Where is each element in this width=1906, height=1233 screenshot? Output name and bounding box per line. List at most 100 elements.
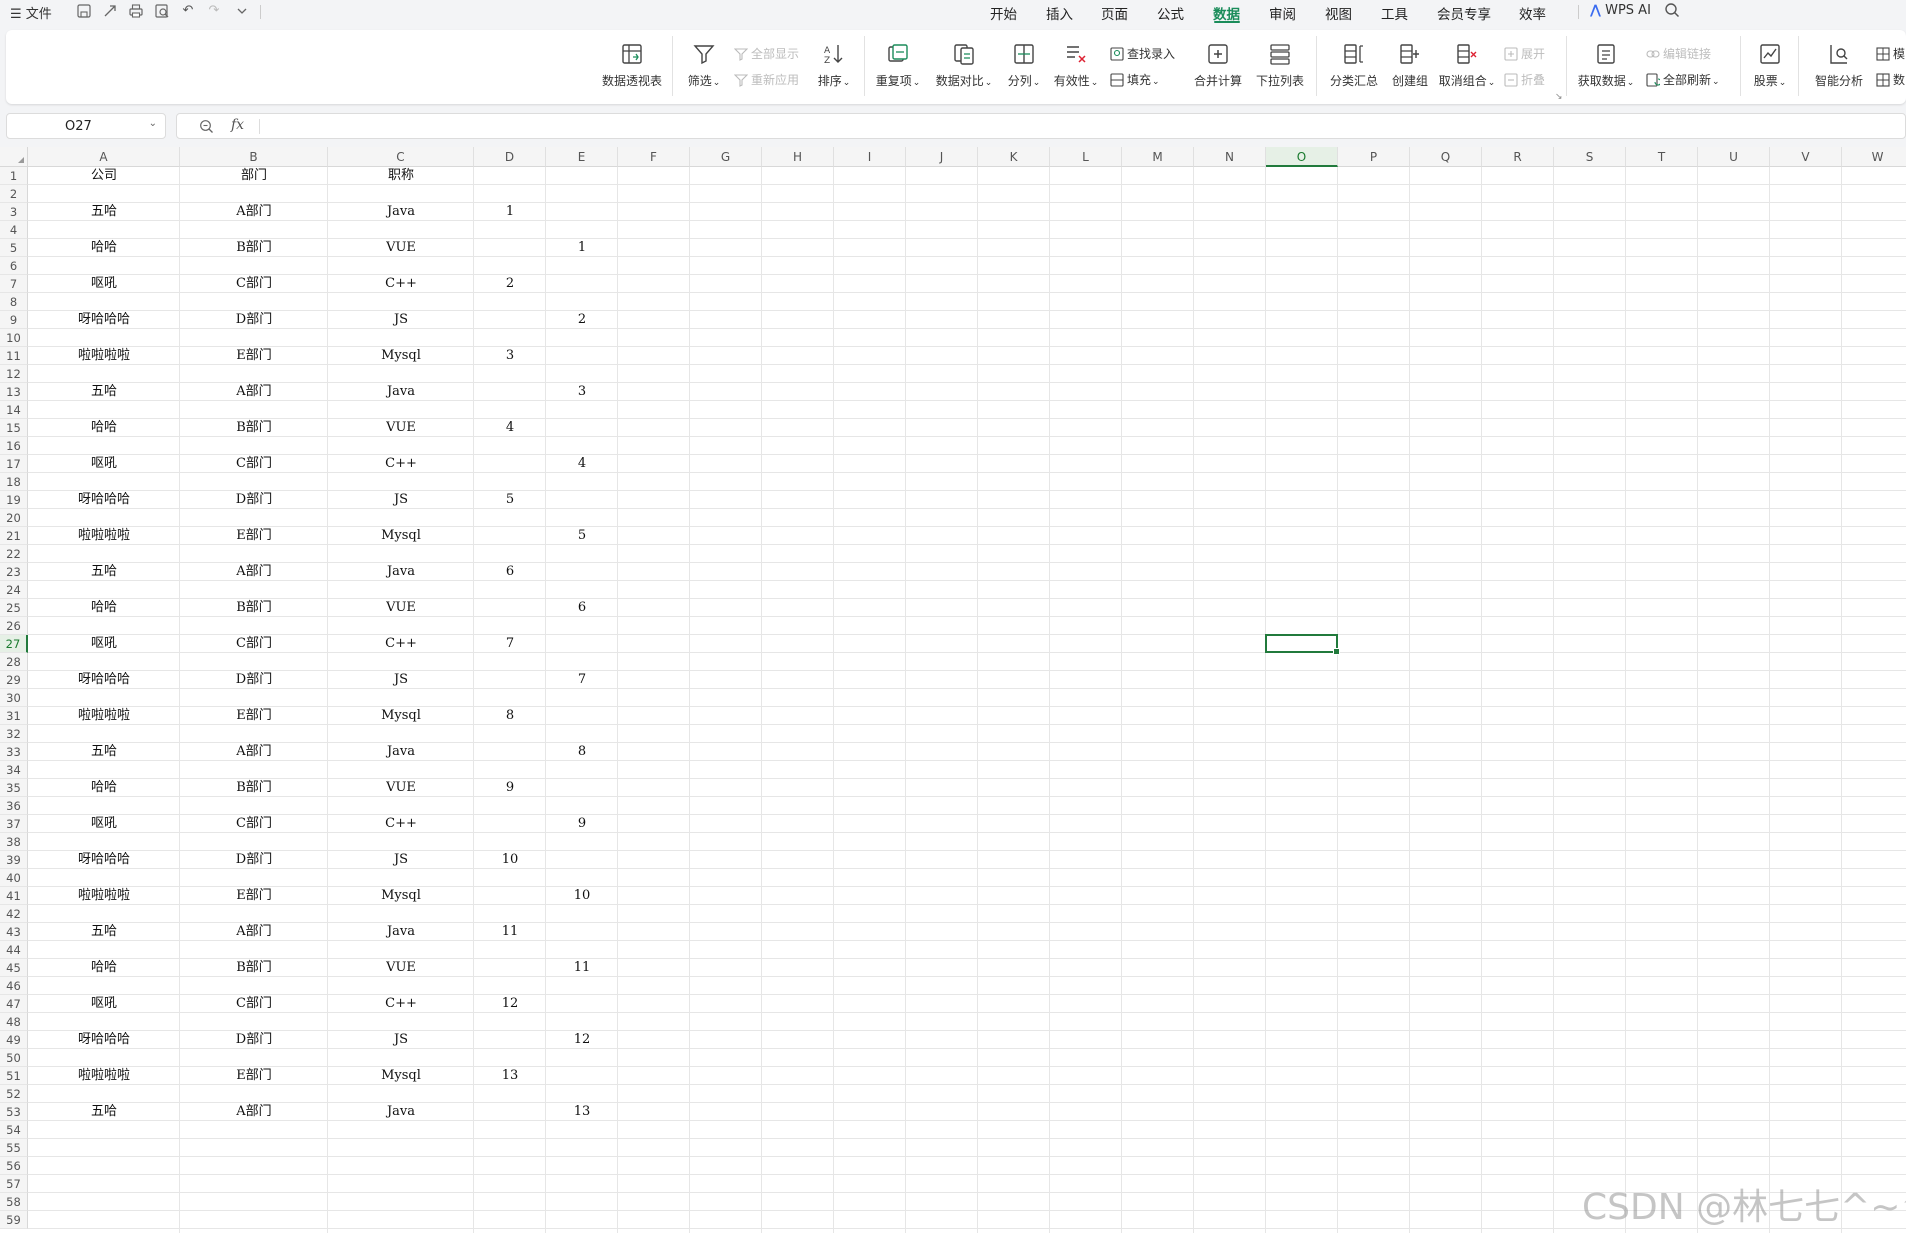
row-header-3[interactable]: 3 (0, 203, 28, 221)
row-header-51[interactable]: 51 (0, 1067, 28, 1085)
column-header-c[interactable]: C (328, 147, 474, 167)
tab-review[interactable]: 审阅 (1269, 3, 1296, 23)
column-header-u[interactable]: U (1698, 147, 1770, 167)
row-header-53[interactable]: 53 (0, 1103, 28, 1121)
row-header-11[interactable]: 11 (0, 347, 28, 365)
data-cell[interactable]: 哈哈 (28, 959, 180, 977)
data-cell[interactable]: 五哈 (28, 383, 180, 401)
data-cell[interactable]: C++ (328, 635, 474, 653)
data-cell[interactable]: Mysql (328, 527, 474, 545)
export-icon[interactable] (102, 3, 118, 19)
data-cell[interactable]: 呀哈哈哈 (28, 311, 180, 329)
more-button-1[interactable]: 模 (1876, 45, 1906, 63)
data-cell[interactable]: A部门 (180, 203, 328, 221)
data-cell[interactable]: D部门 (180, 491, 328, 509)
data-cell[interactable]: B部门 (180, 239, 328, 257)
data-cell[interactable]: VUE (328, 599, 474, 617)
data-compare-button[interactable]: 数据对比⌄ (934, 42, 994, 89)
tab-start[interactable]: 开始 (990, 3, 1017, 23)
row-header-16[interactable]: 16 (0, 437, 28, 455)
ungroup-button[interactable]: 取消组合⌄ (1436, 42, 1498, 89)
smart-analysis-button[interactable]: 智能分析 (1812, 42, 1866, 89)
zoom-icon[interactable] (199, 119, 214, 134)
row-header-39[interactable]: 39 (0, 851, 28, 869)
fill-button[interactable]: 填充⌄ (1110, 71, 1160, 89)
column-header-d[interactable]: D (474, 147, 546, 167)
data-cell[interactable]: 13 (546, 1103, 618, 1121)
data-cell[interactable]: Java (328, 383, 474, 401)
column-header-v[interactable]: V (1770, 147, 1842, 167)
row-header-41[interactable]: 41 (0, 887, 28, 905)
data-cell[interactable]: D部门 (180, 311, 328, 329)
data-cell[interactable]: Java (328, 203, 474, 221)
data-cell[interactable]: Java (328, 743, 474, 761)
reapply-button[interactable]: 重新应用 (734, 71, 799, 89)
select-all-corner[interactable] (0, 147, 28, 167)
data-cell[interactable]: E部门 (180, 887, 328, 905)
row-header-29[interactable]: 29 (0, 671, 28, 689)
row-header-50[interactable]: 50 (0, 1049, 28, 1067)
row-header-27[interactable]: 27 (0, 635, 28, 653)
data-cell[interactable]: 啦啦啦啦 (28, 527, 180, 545)
row-header-55[interactable]: 55 (0, 1139, 28, 1157)
data-cell[interactable]: 五哈 (28, 743, 180, 761)
data-cell[interactable]: JS (328, 1031, 474, 1049)
data-cell[interactable]: 呕吼 (28, 815, 180, 833)
data-cell[interactable]: JS (328, 851, 474, 869)
duplicates-button[interactable]: 重复项⌄ (874, 42, 922, 89)
row-header-42[interactable]: 42 (0, 905, 28, 923)
tab-insert[interactable]: 插入 (1046, 3, 1073, 23)
row-header-18[interactable]: 18 (0, 473, 28, 491)
data-cell[interactable]: VUE (328, 419, 474, 437)
data-cell[interactable]: C++ (328, 455, 474, 473)
data-cell[interactable]: 5 (546, 527, 618, 545)
data-cell[interactable]: D部门 (180, 1031, 328, 1049)
data-cell[interactable]: 8 (474, 707, 546, 725)
column-header-e[interactable]: E (546, 147, 618, 167)
data-cell[interactable]: Java (328, 1103, 474, 1121)
print-icon[interactable] (128, 3, 144, 19)
data-cell[interactable]: 呕吼 (28, 995, 180, 1013)
data-cell[interactable]: Java (328, 563, 474, 581)
row-header-47[interactable]: 47 (0, 995, 28, 1013)
data-cell[interactable]: 呕吼 (28, 275, 180, 293)
header-cell[interactable]: 职称 (328, 167, 474, 185)
row-header-46[interactable]: 46 (0, 977, 28, 995)
data-cell[interactable]: C部门 (180, 455, 328, 473)
row-header-38[interactable]: 38 (0, 833, 28, 851)
row-header-7[interactable]: 7 (0, 275, 28, 293)
data-cell[interactable]: JS (328, 671, 474, 689)
data-cell[interactable]: 11 (474, 923, 546, 941)
data-cell[interactable]: 哈哈 (28, 419, 180, 437)
stocks-button[interactable]: 股票⌄ (1750, 42, 1790, 89)
data-cell[interactable]: 啦啦啦啦 (28, 887, 180, 905)
consolidate-button[interactable]: 合并计算 (1190, 42, 1246, 89)
filter-button[interactable]: 筛选⌄ (684, 42, 724, 89)
data-cell[interactable]: 五哈 (28, 923, 180, 941)
row-header-49[interactable]: 49 (0, 1031, 28, 1049)
row-header-22[interactable]: 22 (0, 545, 28, 563)
data-cell[interactable]: 6 (546, 599, 618, 617)
chevron-down-icon[interactable]: ⌄ (149, 118, 157, 129)
dropdown-list-button[interactable]: 下拉列表 (1252, 42, 1308, 89)
column-header-b[interactable]: B (180, 147, 328, 167)
print-preview-icon[interactable] (154, 3, 170, 19)
row-header-9[interactable]: 9 (0, 311, 28, 329)
data-cell[interactable]: 9 (546, 815, 618, 833)
data-cell[interactable]: Mysql (328, 707, 474, 725)
tab-tools[interactable]: 工具 (1381, 3, 1408, 23)
data-cell[interactable]: 4 (474, 419, 546, 437)
data-cell[interactable]: 1 (546, 239, 618, 257)
header-cell[interactable]: 部门 (180, 167, 328, 185)
row-header-4[interactable]: 4 (0, 221, 28, 239)
data-cell[interactable]: 9 (474, 779, 546, 797)
data-cell[interactable]: 哈哈 (28, 779, 180, 797)
data-cell[interactable]: E部门 (180, 347, 328, 365)
tab-formula[interactable]: 公式 (1157, 3, 1184, 23)
row-header-44[interactable]: 44 (0, 941, 28, 959)
row-header-23[interactable]: 23 (0, 563, 28, 581)
column-header-t[interactable]: T (1626, 147, 1698, 167)
row-header-21[interactable]: 21 (0, 527, 28, 545)
data-cell[interactable]: 2 (474, 275, 546, 293)
column-header-p[interactable]: P (1338, 147, 1410, 167)
